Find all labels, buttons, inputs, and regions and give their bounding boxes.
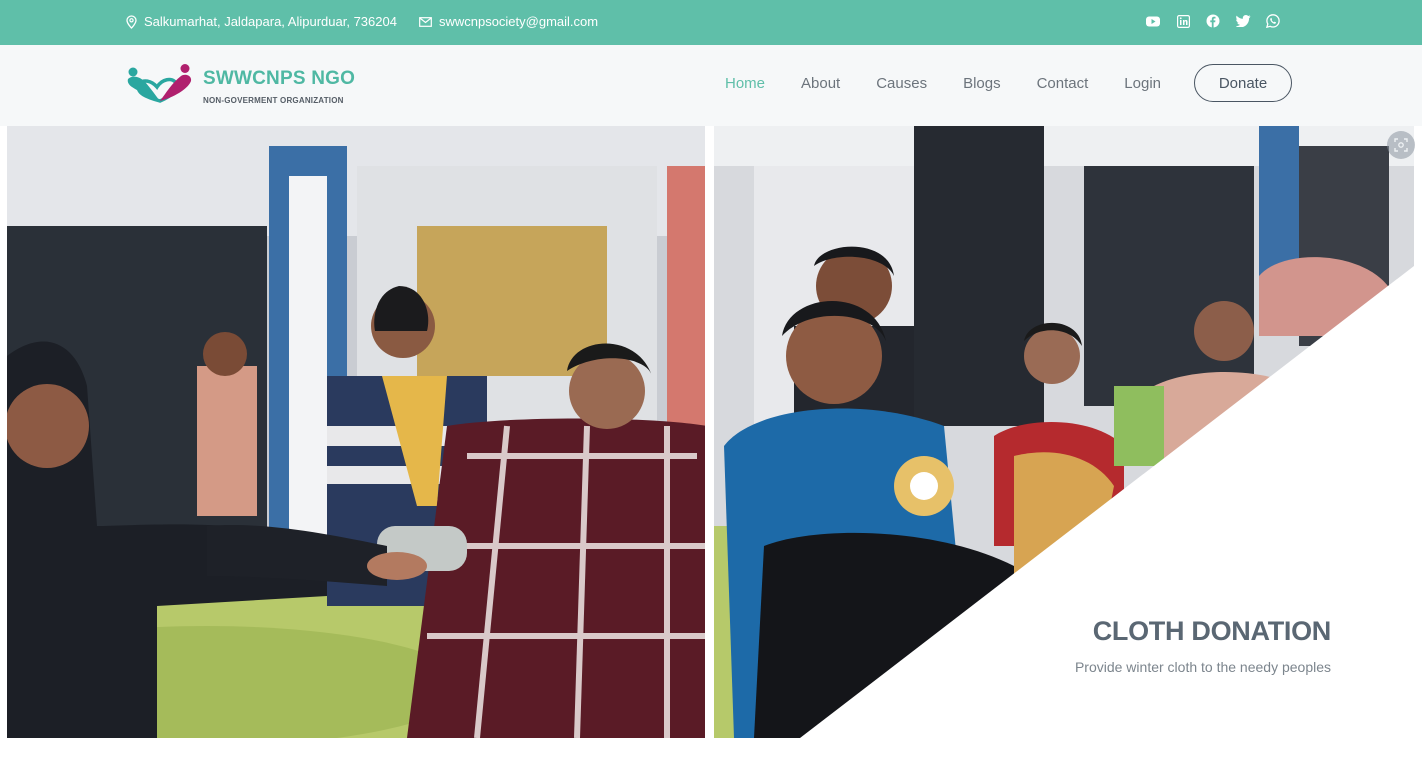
site-header: SWWCNPS NGO NON-GOVERMENT ORGANIZATION H… [0, 45, 1422, 126]
twitter-icon[interactable] [1235, 13, 1251, 29]
nav-contact[interactable]: Contact [1037, 75, 1089, 92]
contact-info: Salkumarhat, Jaldapara, Alipurduar, 7362… [126, 14, 620, 29]
address-item: Salkumarhat, Jaldapara, Alipurduar, 7362… [126, 14, 397, 29]
address-text: Salkumarhat, Jaldapara, Alipurduar, 7362… [144, 14, 397, 29]
hero-slider: CLOTH DONATION Provide winter cloth to t… [0, 126, 1422, 738]
email-item[interactable]: swwcnpsociety@gmail.com [419, 14, 598, 29]
social-links [1131, 13, 1281, 29]
facebook-icon[interactable] [1205, 13, 1221, 29]
linkedin-icon[interactable] [1175, 13, 1191, 29]
slide-title: CLOTH DONATION [1092, 616, 1332, 646]
slide-subtitle: Provide winter cloth to the needy people… [1074, 659, 1331, 675]
hero-photo-left [7, 126, 705, 738]
nav-about[interactable]: About [801, 75, 840, 92]
youtube-icon[interactable] [1145, 13, 1161, 29]
nav-causes[interactable]: Causes [876, 75, 927, 92]
envelope-icon [419, 16, 432, 27]
brand-tagline: NON-GOVERMENT ORGANIZATION [203, 96, 344, 105]
donate-button[interactable]: Donate [1194, 64, 1292, 102]
brand-name: SWWCNPS NGO [203, 68, 356, 89]
nav-home[interactable]: Home [725, 75, 765, 92]
site-logo[interactable]: SWWCNPS NGO NON-GOVERMENT ORGANIZATION [126, 63, 355, 107]
nav-login[interactable]: Login [1124, 75, 1161, 92]
main-nav: Home About Causes Blogs Contact Login Do… [689, 64, 1292, 102]
nav-blogs[interactable]: Blogs [963, 75, 1001, 92]
location-pin-icon [126, 14, 137, 29]
fullscreen-icon[interactable] [1387, 131, 1415, 159]
logo-heart-icon [127, 64, 192, 103]
whatsapp-icon[interactable] [1265, 13, 1281, 29]
top-contact-bar: Salkumarhat, Jaldapara, Alipurduar, 7362… [0, 0, 1422, 45]
email-link[interactable]: swwcnpsociety@gmail.com [439, 14, 598, 29]
